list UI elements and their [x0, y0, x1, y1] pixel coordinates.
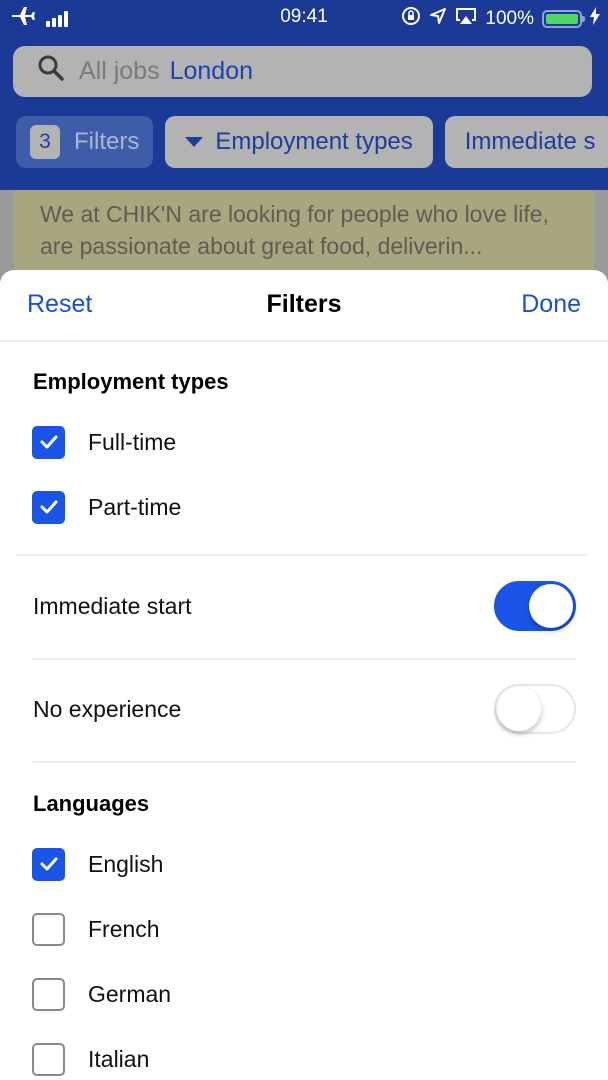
employment-types-chip-label: Employment types	[215, 128, 413, 155]
checkbox-row-italian[interactable]: Italian	[32, 1042, 149, 1076]
reset-button[interactable]: Reset	[27, 290, 92, 319]
checkbox[interactable]	[32, 977, 65, 1011]
checkbox-label: French	[88, 915, 160, 942]
sheet-header: Reset Filters Done	[0, 270, 608, 342]
filters-chip-label: Filters	[74, 128, 140, 155]
toggle-label: Immediate start	[33, 592, 192, 619]
search-input[interactable]: All jobs London	[13, 46, 592, 97]
employment-types-chip[interactable]: Employment types	[165, 116, 433, 168]
checkbox[interactable]	[32, 425, 65, 459]
airplay-icon	[455, 7, 477, 31]
checkmark-icon	[40, 435, 57, 449]
filters-sheet: Reset Filters Done Employment types Full…	[0, 270, 608, 1080]
checkbox-label: Full-time	[88, 428, 177, 455]
checkbox-row-german[interactable]: German	[32, 977, 171, 1011]
done-button[interactable]: Done	[521, 290, 581, 319]
no-experience-toggle[interactable]	[494, 684, 576, 734]
divider	[33, 761, 576, 763]
checkbox[interactable]	[32, 490, 65, 524]
toggle-knob	[529, 584, 573, 628]
checkbox-row-french[interactable]: French	[32, 912, 160, 946]
checkbox[interactable]	[32, 847, 65, 881]
toggle-knob	[497, 687, 541, 731]
caret-down-icon	[185, 137, 204, 147]
divider	[33, 658, 576, 660]
app-header: 09:41 100% All jobs London 3 Filters Emp…	[0, 0, 608, 190]
toggle-label: No experience	[33, 695, 182, 722]
rotation-lock-icon	[401, 6, 421, 32]
employment-types-heading: Employment types	[33, 369, 229, 394]
location-icon	[429, 7, 447, 31]
checkbox-label: Part-time	[88, 493, 182, 520]
divider	[16, 554, 588, 556]
toggle-row-immediate-start: Immediate start	[33, 581, 576, 631]
battery-percent: 100%	[485, 8, 534, 29]
checkbox-label: Italian	[88, 1045, 150, 1072]
checkbox-row-full-time[interactable]: Full-time	[32, 425, 176, 459]
checkmark-icon	[40, 500, 57, 514]
toggle-row-no-experience: No experience	[33, 684, 576, 734]
status-bar: 09:41 100%	[0, 0, 608, 34]
filter-chips: 3 Filters Employment types Immediate s	[16, 116, 608, 168]
checkbox-row-english[interactable]: English	[32, 847, 163, 881]
search-placeholder: All jobs	[79, 57, 160, 85]
search-location[interactable]: London	[170, 57, 253, 86]
battery-icon	[542, 10, 585, 28]
filters-count-badge: 3	[30, 125, 60, 159]
checkmark-icon	[40, 857, 57, 871]
checkbox-label: German	[88, 980, 172, 1007]
background-app: 09:41 100% All jobs London 3 Filters Emp…	[0, 0, 608, 300]
languages-heading: Languages	[33, 791, 150, 816]
immediate-start-toggle[interactable]	[494, 581, 576, 631]
immediate-start-chip[interactable]: Immediate s	[444, 116, 608, 168]
checkbox-label: English	[88, 850, 164, 877]
checkbox[interactable]	[32, 912, 65, 946]
filters-chip[interactable]: 3 Filters	[16, 116, 154, 168]
search-icon	[37, 54, 65, 89]
charging-icon	[590, 7, 600, 31]
checkbox-row-part-time[interactable]: Part-time	[32, 490, 181, 524]
immediate-start-chip-label: Immediate s	[464, 128, 596, 155]
checkbox[interactable]	[32, 1042, 65, 1076]
